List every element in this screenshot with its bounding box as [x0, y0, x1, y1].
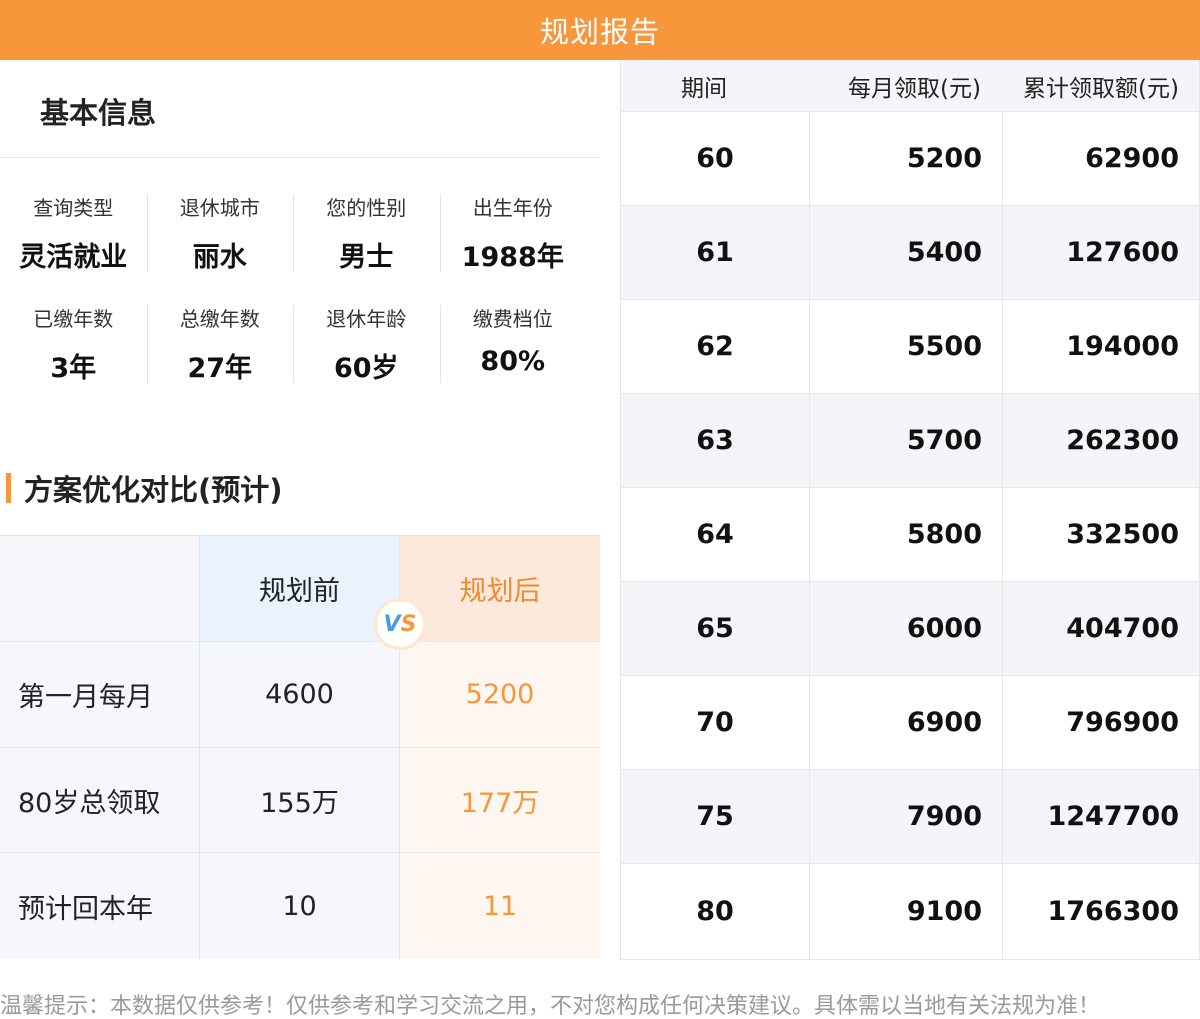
empty-header-cell — [0, 536, 200, 641]
monthly-cell: 5200 — [810, 112, 1003, 205]
period-cell: 75 — [621, 770, 810, 863]
vs-badge: VS — [374, 598, 426, 650]
table-row: 64 5800 332500 — [621, 488, 1199, 582]
period-cell: 61 — [621, 206, 810, 299]
comparison-row: 第一月每月 4600 5200 — [0, 642, 600, 748]
comparison-row: 80岁总领取 155万 177万 — [0, 748, 600, 853]
table-row: 70 6900 796900 — [621, 676, 1199, 770]
page-title: 规划报告 — [539, 15, 660, 49]
disclaimer-text: 温馨提示：本数据仅供参考！仅供参考和学习交流之用，不对您构成任何决策建议。具体需… — [0, 994, 1101, 1019]
period-cell: 63 — [621, 394, 810, 487]
vs-letter-v: V — [383, 611, 401, 637]
basic-info-title: 基本信息 — [40, 96, 157, 130]
info-label: 总缴年数 — [179, 307, 260, 331]
header-period: 期间 — [681, 75, 727, 102]
before-value: 10 — [200, 853, 400, 959]
before-value: 155万 — [200, 748, 400, 852]
comparison-section-title: 方案优化对比(预计) — [0, 468, 283, 508]
info-label: 退休年龄 — [326, 307, 407, 331]
info-label: 出生年份 — [472, 196, 553, 220]
period-cell: 80 — [621, 864, 810, 959]
monthly-cell: 6900 — [810, 676, 1003, 769]
comparison-table: 规划前 规划后 第一月每月 4600 5200 80岁总领取 155万 177万… — [0, 535, 600, 960]
info-cell-gender: 您的性别 男士 — [293, 180, 440, 291]
monthly-cell: 5500 — [810, 300, 1003, 393]
row-label: 80岁总领取 — [0, 748, 200, 852]
table-row: 80 9100 1766300 — [621, 864, 1199, 959]
info-label: 查询类型 — [33, 196, 114, 220]
info-cell-query-type: 查询类型 灵活就业 — [0, 180, 147, 291]
table-row: 63 5700 262300 — [621, 394, 1199, 488]
comparison-header-row: 规划前 规划后 — [0, 536, 600, 642]
comparison-row: 预计回本年 10 11 — [0, 853, 600, 959]
info-label: 退休城市 — [179, 196, 260, 220]
info-value: 3年 — [50, 353, 97, 384]
period-cell: 64 — [621, 488, 810, 581]
info-label: 缴费档位 — [472, 307, 553, 331]
monthly-cell: 9100 — [810, 864, 1003, 959]
after-value: 5200 — [400, 642, 600, 747]
after-value: 11 — [400, 853, 600, 959]
cumulative-cell: 404700 — [1066, 613, 1179, 644]
row-label: 预计回本年 — [0, 853, 200, 959]
info-cell-paid-years: 已缴年数 3年 — [0, 291, 147, 402]
schedule-header-row: 期间 每月领取(元) 累计领取额(元) — [621, 60, 1199, 112]
cumulative-cell: 127600 — [1066, 237, 1179, 268]
report-header: 规划报告 — [0, 0, 1200, 60]
info-cell-retire-city: 退休城市 丽水 — [146, 180, 294, 291]
period-cell: 60 — [621, 112, 810, 205]
after-header: 规划后 — [400, 536, 600, 641]
info-row: 查询类型 灵活就业 退休城市 丽水 您的性别 男士 出生年份 1988年 — [0, 180, 586, 291]
cumulative-cell: 1247700 — [1047, 801, 1179, 832]
after-value: 177万 — [400, 748, 600, 852]
table-row: 60 5200 62900 — [621, 112, 1199, 206]
header-monthly: 每月领取(元) — [848, 75, 981, 102]
period-cell: 70 — [621, 676, 810, 769]
info-value: 灵活就业 — [19, 242, 128, 273]
period-cell: 62 — [621, 300, 810, 393]
monthly-cell: 6000 — [810, 582, 1003, 675]
info-cell-contribution-level: 缴费档位 80% — [439, 291, 587, 402]
schedule-table: 期间 每月领取(元) 累计领取额(元) 60 5200 62900 61 540… — [620, 60, 1200, 960]
monthly-cell: 5800 — [810, 488, 1003, 581]
comparison-title: 方案优化对比(预计) — [24, 473, 283, 507]
before-header: 规划前 — [200, 536, 400, 641]
cumulative-cell: 194000 — [1066, 331, 1179, 362]
info-value: 男士 — [339, 242, 394, 273]
info-cell-total-years: 总缴年数 27年 — [146, 291, 294, 402]
info-label: 已缴年数 — [33, 307, 114, 331]
info-value: 丽水 — [192, 242, 247, 273]
monthly-cell: 5700 — [810, 394, 1003, 487]
table-row: 75 7900 1247700 — [621, 770, 1199, 864]
info-row: 已缴年数 3年 总缴年数 27年 退休年龄 60岁 缴费档位 80% — [0, 291, 586, 402]
cumulative-cell: 332500 — [1066, 519, 1179, 550]
cumulative-cell: 262300 — [1066, 425, 1179, 456]
table-row: 62 5500 194000 — [621, 300, 1199, 394]
before-value: 4600 — [200, 642, 400, 747]
cumulative-cell: 1766300 — [1047, 896, 1179, 927]
row-label: 第一月每月 — [0, 642, 200, 747]
table-row: 65 6000 404700 — [621, 582, 1199, 676]
period-cell: 65 — [621, 582, 810, 675]
section-accent-bar — [6, 473, 11, 503]
info-value: 60岁 — [333, 353, 399, 384]
divider — [0, 157, 600, 158]
vs-letter-s: S — [400, 611, 417, 637]
monthly-cell: 5400 — [810, 206, 1003, 299]
info-cell-birth-year: 出生年份 1988年 — [439, 180, 587, 291]
info-value: 1988年 — [461, 242, 564, 273]
header-cumulative: 累计领取额(元) — [1023, 75, 1179, 102]
left-panel: 基本信息 查询类型 灵活就业 退休城市 丽水 您的性别 男士 出生年份 1988… — [0, 60, 600, 960]
cumulative-cell: 796900 — [1066, 707, 1179, 738]
info-cell-retire-age: 退休年龄 60岁 — [293, 291, 440, 402]
cumulative-cell: 62900 — [1085, 143, 1179, 174]
table-row: 61 5400 127600 — [621, 206, 1199, 300]
monthly-cell: 7900 — [810, 770, 1003, 863]
info-value: 27年 — [187, 353, 253, 384]
basic-info-grid: 查询类型 灵活就业 退休城市 丽水 您的性别 男士 出生年份 1988年 已缴年… — [0, 180, 586, 402]
info-label: 您的性别 — [326, 196, 407, 220]
info-value: 80% — [480, 346, 546, 377]
